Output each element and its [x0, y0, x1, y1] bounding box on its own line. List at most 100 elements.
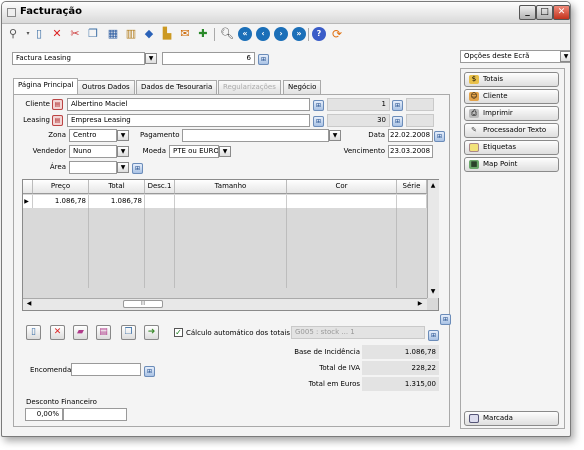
- area-dropdown-icon[interactable]: ▼: [117, 162, 129, 173]
- screen-options-dropdown-icon[interactable]: ▼: [560, 51, 570, 62]
- mail-icon[interactable]: ✉: [178, 27, 192, 41]
- puzzle-icon[interactable]: ✚: [196, 27, 210, 41]
- auto-calc-checkbox[interactable]: ✓: [174, 328, 183, 337]
- chart-icon[interactable]: ▙: [160, 27, 174, 41]
- screen-options-select[interactable]: Opções deste Ecrã: [460, 50, 570, 63]
- delete-icon[interactable]: ✕: [50, 27, 64, 41]
- search-icon[interactable]: ⚲: [6, 27, 20, 41]
- leasing-card-icon[interactable]: ▤: [52, 115, 63, 126]
- horizontal-scrollbar[interactable]: [23, 298, 427, 310]
- vertical-scrollbar[interactable]: [427, 180, 439, 298]
- leasing-code-lookup-icon[interactable]: ⊞: [392, 116, 403, 127]
- eraser-icon[interactable]: ▰: [73, 325, 88, 340]
- document-number-field[interactable]: 6: [162, 52, 255, 65]
- calendar-icon[interactable]: ⊞: [434, 131, 445, 142]
- area-select[interactable]: [69, 161, 117, 174]
- cut-icon[interactable]: ✂: [68, 27, 82, 41]
- data-field[interactable]: 22.02.2008: [388, 129, 433, 142]
- cell-cor[interactable]: [287, 195, 397, 208]
- pen-icon: ✎: [471, 126, 477, 134]
- tab-negocio[interactable]: Negócio: [283, 80, 322, 94]
- leasing-lookup-icon[interactable]: ⊞: [313, 116, 324, 127]
- new-document-icon[interactable]: ▯: [32, 27, 46, 41]
- scroll-up-icon[interactable]: ▲: [428, 181, 438, 191]
- form-icon[interactable]: ▤: [96, 325, 111, 340]
- desconto-field[interactable]: 0,00%: [25, 408, 63, 421]
- column-header-preco[interactable]: Preço: [33, 180, 89, 194]
- refresh-icon[interactable]: ⟳: [330, 27, 344, 41]
- desconto-extra-field[interactable]: [63, 408, 127, 421]
- lines-grid[interactable]: Preço Total Desc.1 Tamanho Cor Série ▶ 1…: [22, 179, 439, 311]
- document-type-select[interactable]: Factura Leasing: [12, 52, 145, 65]
- zona-dropdown-icon[interactable]: ▼: [117, 130, 129, 141]
- columns-icon[interactable]: ▥: [124, 27, 138, 41]
- next-record-icon[interactable]: ›: [274, 27, 288, 41]
- leasing-field[interactable]: Empresa Leasing: [67, 114, 310, 127]
- grid-resize-icon[interactable]: ⊞: [440, 314, 451, 325]
- leasing-label: Leasing: [23, 116, 50, 124]
- imprimir-button[interactable]: ⎙ Imprimir: [464, 106, 559, 121]
- cell-total[interactable]: 1.086,78: [89, 195, 145, 208]
- cliente-field[interactable]: Albertino Maciel: [67, 98, 310, 111]
- cube-icon[interactable]: ◆: [142, 27, 156, 41]
- horizontal-scroll-thumb[interactable]: III: [123, 300, 163, 308]
- scroll-down-icon[interactable]: ▼: [428, 287, 438, 297]
- pagamento-select[interactable]: [182, 129, 329, 142]
- vendedor-dropdown-icon[interactable]: ▼: [117, 146, 129, 157]
- data-label: Data: [368, 131, 385, 139]
- vendedor-select[interactable]: Nuno: [69, 145, 117, 158]
- vencimento-field[interactable]: 23.03.2008: [388, 145, 433, 158]
- desconto-label: Desconto Financeiro: [26, 398, 97, 406]
- tab-dados-tesouraria[interactable]: Dados de Tesouraria: [136, 80, 218, 94]
- map-point-button[interactable]: ▦ Map Point: [464, 157, 559, 172]
- delete-line-icon[interactable]: ✕: [50, 325, 65, 340]
- tab-pagina-principal[interactable]: Página Principal: [13, 78, 79, 95]
- processador-texto-button[interactable]: ✎ Processador Texto: [464, 123, 559, 138]
- area-lookup-icon[interactable]: ⊞: [132, 163, 143, 174]
- scroll-left-icon[interactable]: ◀: [24, 299, 34, 309]
- moeda-dropdown-icon[interactable]: ▼: [219, 146, 231, 157]
- first-record-icon[interactable]: «: [238, 27, 252, 41]
- cliente-card-icon[interactable]: ▤: [52, 99, 63, 110]
- add-line-icon[interactable]: ▯: [26, 325, 41, 340]
- marcada-button[interactable]: Marcada: [464, 411, 559, 426]
- cell-desc1[interactable]: [145, 195, 175, 208]
- print-preview-icon[interactable]: 🔍︎: [220, 27, 234, 41]
- stock-lookup-icon[interactable]: ⊞: [428, 330, 439, 341]
- previous-record-icon[interactable]: ‹: [256, 27, 270, 41]
- document-number-lookup-icon[interactable]: ⊞: [258, 54, 269, 65]
- tab-regularizacoes[interactable]: Regularizações: [218, 80, 281, 94]
- cell-serie[interactable]: [397, 195, 427, 208]
- cliente-lookup-icon[interactable]: ⊞: [313, 100, 324, 111]
- column-header-serie[interactable]: Série: [397, 180, 427, 194]
- column-header-tamanho[interactable]: Tamanho: [175, 180, 287, 194]
- moeda-select[interactable]: PTE ou EURO: [169, 145, 219, 158]
- encomenda-field[interactable]: [71, 363, 141, 376]
- table-icon[interactable]: ▦: [106, 27, 120, 41]
- etiquetas-button[interactable]: Etiquetas: [464, 140, 559, 155]
- help-icon[interactable]: ?: [312, 27, 326, 41]
- insert-line-icon[interactable]: ➜: [144, 325, 159, 340]
- last-record-icon[interactable]: »: [292, 27, 306, 41]
- totais-button[interactable]: $ Totais: [464, 72, 559, 87]
- encomenda-lookup-icon[interactable]: ⊞: [144, 366, 155, 377]
- encomenda-label: Encomenda: [30, 366, 72, 374]
- column-header-total[interactable]: Total: [89, 180, 145, 194]
- column-header-cor[interactable]: Cor: [287, 180, 397, 194]
- document-type-dropdown-icon[interactable]: ▼: [145, 53, 157, 64]
- pagamento-dropdown-icon[interactable]: ▼: [329, 130, 341, 141]
- cell-preco[interactable]: 1.086,78: [33, 195, 89, 208]
- zona-select[interactable]: Centro: [69, 129, 117, 142]
- minimize-button[interactable]: _: [519, 5, 536, 20]
- tab-outros-dados[interactable]: Outros Dados: [77, 80, 135, 94]
- copy-line-icon[interactable]: ❐: [121, 325, 136, 340]
- maximize-button[interactable]: □: [536, 5, 553, 20]
- window-menu-icon[interactable]: [7, 8, 16, 17]
- copy-icon[interactable]: ❐: [86, 27, 100, 41]
- cell-tamanho[interactable]: [175, 195, 287, 208]
- cliente-button[interactable]: ☺ Cliente: [464, 89, 559, 104]
- close-button[interactable]: ✕: [553, 5, 570, 20]
- scroll-right-icon[interactable]: ▶: [415, 299, 425, 309]
- column-header-desc1[interactable]: Desc.1: [145, 180, 175, 194]
- cliente-code-lookup-icon[interactable]: ⊞: [392, 100, 403, 111]
